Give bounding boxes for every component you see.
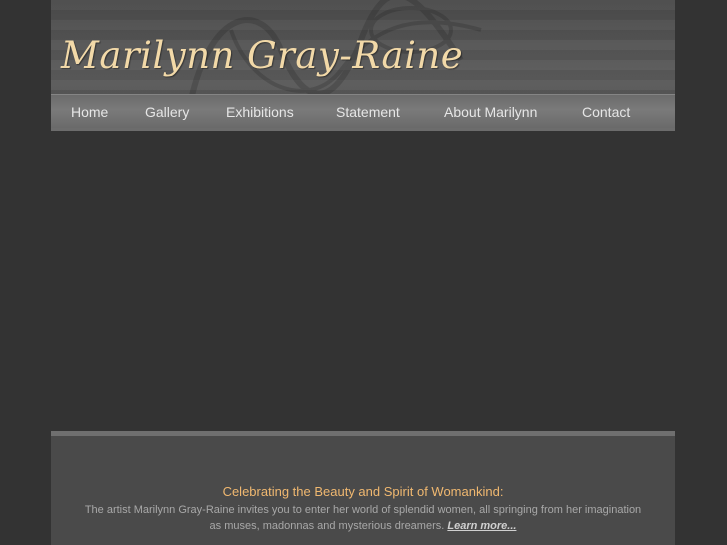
intro-text: The artist Marilynn Gray-Raine invites y…: [63, 502, 663, 534]
intro-heading: Celebrating the Beauty and Spirit of Wom…: [222, 484, 504, 499]
nav-gallery[interactable]: Gallery: [145, 104, 189, 120]
main-nav: Home Gallery Exhibitions Statement About…: [51, 94, 675, 129]
site-header: Marilynn Gray-Raine Home Gallery Exhibit…: [51, 0, 675, 131]
nav-statement[interactable]: Statement: [336, 104, 400, 120]
nav-contact[interactable]: Contact: [582, 104, 630, 120]
page: Marilynn Gray-Raine Home Gallery Exhibit…: [0, 0, 727, 545]
intro-line-1: The artist Marilynn Gray-Raine invites y…: [84, 504, 642, 516]
nav-exhibitions[interactable]: Exhibitions: [226, 104, 294, 120]
intro-line-2: as muses, madonnas and mysterious dreame…: [209, 520, 445, 532]
header-divider: [51, 128, 675, 131]
site-title[interactable]: Marilynn Gray-Raine: [61, 34, 463, 77]
intro-panel: Celebrating the Beauty and Spirit of Wom…: [51, 431, 675, 545]
nav-about-marilynn[interactable]: About Marilynn: [444, 104, 537, 120]
learn-more-link[interactable]: Learn more...: [447, 520, 516, 532]
nav-home[interactable]: Home: [71, 104, 108, 120]
